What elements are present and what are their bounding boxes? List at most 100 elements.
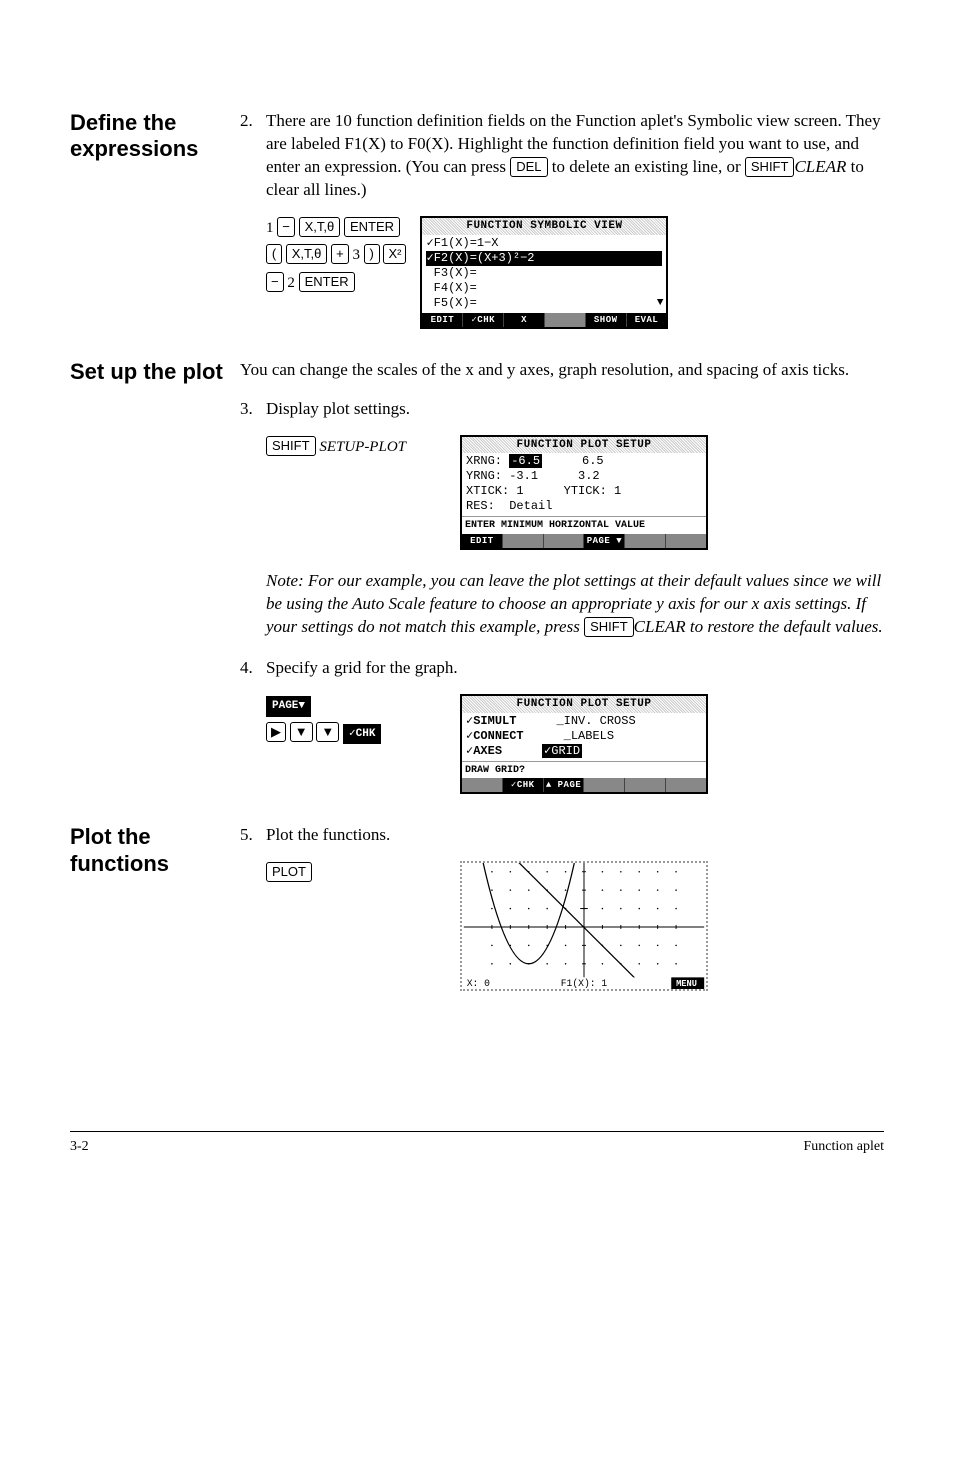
screen2-row-yrng: YRNG: -3.1 3.2 [466, 469, 702, 484]
keyseq3-left: SHIFT SETUP-PLOT [266, 435, 446, 461]
xrng-label: XRNG: [466, 454, 502, 468]
screen2-title: FUNCTION PLOT SETUP [462, 437, 706, 454]
heading-plot: Plot the functions [70, 824, 240, 991]
ytick-val: 1 [614, 484, 621, 498]
footer-left: 3-2 [70, 1138, 89, 1157]
keyseq5-left: PLOT [266, 861, 446, 887]
sk3-b1 [462, 778, 503, 792]
step-2-number: 2. [240, 110, 266, 202]
sk1-eval: EVAL [627, 313, 667, 327]
sk2-b4 [666, 534, 706, 548]
kd-minus2: − [266, 272, 284, 292]
keyseq4-left: PAGE▼ ▶ ▼ ▼ ✓CHK [266, 694, 446, 749]
content-setup: You can change the scales of the x and y… [240, 359, 884, 795]
heading-setup: Set up the plot [70, 359, 240, 795]
kd-enter1: ENTER [344, 217, 400, 237]
kd-3: 3 [352, 247, 360, 263]
sk-chk: ✓CHK [343, 724, 381, 745]
kd-xtt2: X,T,θ [286, 244, 328, 264]
screen1-l5: F5(X)= [426, 296, 662, 311]
sk2-b2 [544, 534, 585, 548]
heading-define: Define the expressions [70, 110, 240, 329]
screen-plot-setup-1: FUNCTION PLOT SETUP XRNG: -6.5 6.5 YRNG:… [460, 435, 708, 550]
step-2: 2. There are 10 function definition fiel… [240, 110, 884, 202]
note-b: to restore the default values. [690, 617, 883, 636]
key-plot: PLOT [266, 862, 312, 882]
screen3-hint: DRAW GRID? [462, 761, 706, 779]
screen3-r2: ✓CONNECT _LABELS [466, 729, 702, 744]
yrng-lo: -3.1 [509, 469, 538, 483]
screen1-l2: ✓F2(X)=(X+3)²−2 [426, 251, 662, 266]
kd-minus: − [277, 217, 295, 237]
kd-lp: ( [266, 244, 282, 264]
key-shift-1: SHIFT [745, 157, 795, 177]
screen3-body: ✓SIMULT _INV. CROSS ✓CONNECT _LABELS ✓AX… [462, 713, 706, 761]
opt-invcross: _INV. CROSS [556, 714, 635, 729]
keyseq-setup3: SHIFT SETUP-PLOT FUNCTION PLOT SETUP XRN… [266, 435, 884, 550]
screen3-title: FUNCTION PLOT SETUP [462, 696, 706, 713]
kd-rp: ) [364, 244, 380, 264]
kd-plus: + [331, 244, 349, 264]
step-5: 5. Plot the functions. [240, 824, 884, 847]
setup-note: Note: For our example, you can leave the… [266, 570, 884, 639]
page-footer: 3-2 Function aplet [70, 1131, 884, 1157]
step-5-number: 5. [240, 824, 266, 847]
keyseq-define-keys: 1 − X,T,θ ENTER ( X,T,θ + 3 ) X² − 2 ENT… [266, 216, 406, 299]
xtick-label: XTICK: [466, 484, 509, 498]
sk-page-down: PAGE▼ [266, 696, 311, 717]
sk1-blank [545, 313, 586, 327]
content-define: 2. There are 10 function definition fiel… [240, 110, 884, 329]
keyseq-plot: PLOT [266, 861, 884, 991]
section-setup: Set up the plot You can change the scale… [70, 359, 884, 795]
opt-labels: _LABELS [564, 729, 614, 744]
step-4-number: 4. [240, 657, 266, 680]
section-define: Define the expressions 2. There are 10 f… [70, 110, 884, 329]
yrng-label: YRNG: [466, 469, 502, 483]
kd-x2: X² [383, 244, 406, 264]
section-plot: Plot the functions 5. Plot the functions… [70, 824, 884, 991]
screen3-r3: ✓AXES ✓GRID [466, 744, 702, 759]
key-shift-2: SHIFT [266, 436, 316, 456]
content-plot: 5. Plot the functions. PLOT [240, 824, 884, 991]
yrng-hi: 3.2 [578, 469, 600, 484]
step2-text-b: to delete an existing line, or [552, 157, 745, 176]
footer-right: Function aplet [804, 1138, 885, 1157]
screen2-hint: ENTER MINIMUM HORIZONTAL VALUE [462, 516, 706, 534]
scroll-down-icon: ▼ [657, 296, 664, 311]
screen3-softkeys: ✓CHK ▲ PAGE [462, 778, 706, 792]
keyseq-setup4: PAGE▼ ▶ ▼ ▼ ✓CHK FUNCTION PLOT SETUP ✓SI… [266, 694, 884, 794]
screen2-body: XRNG: -6.5 6.5 YRNG: -3.1 3.2 XTICK: 1 Y… [462, 453, 706, 516]
xtick-val: 1 [516, 484, 523, 498]
sk1-show: SHOW [586, 313, 627, 327]
step-2-body: There are 10 function definition fields … [266, 110, 884, 202]
opt-grid: ✓GRID [542, 744, 582, 758]
label-clear-1: CLEAR [794, 157, 846, 176]
kd-2: 2 [287, 275, 295, 291]
screen1-softkeys: EDIT ✓CHK X SHOW EVAL [422, 313, 666, 327]
key-del: DEL [510, 157, 547, 177]
screen2-row-res: RES: Detail [466, 499, 702, 514]
step-3-body: Display plot settings. [266, 398, 884, 421]
screen3-r1: ✓SIMULT _INV. CROSS [466, 714, 702, 729]
key-right: ▶ [266, 722, 286, 742]
plot-status-fx: F1(X): 1 [561, 978, 608, 989]
opt-axes: ✓AXES [466, 744, 502, 759]
plot-status-x: X: 0 [467, 978, 490, 989]
sk2-edit: EDIT [462, 534, 503, 548]
plot-status-menu: MENU [676, 979, 697, 989]
label-setup-plot: SETUP-PLOT [319, 439, 406, 455]
screen-symbolic-view: FUNCTION SYMBOLIC VIEW ✓F1(X)=1−X ✓F2(X)… [420, 216, 668, 329]
sk3-chk: ✓CHK [503, 778, 544, 792]
kd-enter2: ENTER [299, 272, 355, 292]
step-4-body: Specify a grid for the graph. [266, 657, 884, 680]
opt-connect: ✓CONNECT [466, 729, 524, 744]
step-5-body: Plot the functions. [266, 824, 884, 847]
label-clear-2: CLEAR [634, 617, 686, 636]
sk2-b3 [625, 534, 666, 548]
step-4: 4. Specify a grid for the graph. [240, 657, 884, 680]
screen1-body: ✓F1(X)=1−X ✓F2(X)=(X+3)²−2 F3(X)= F4(X)=… [422, 235, 666, 313]
curve-f2 [483, 863, 574, 964]
key-down-1: ▼ [290, 722, 313, 742]
sk1-edit: EDIT [422, 313, 463, 327]
screen1-title: FUNCTION SYMBOLIC VIEW [422, 218, 666, 235]
